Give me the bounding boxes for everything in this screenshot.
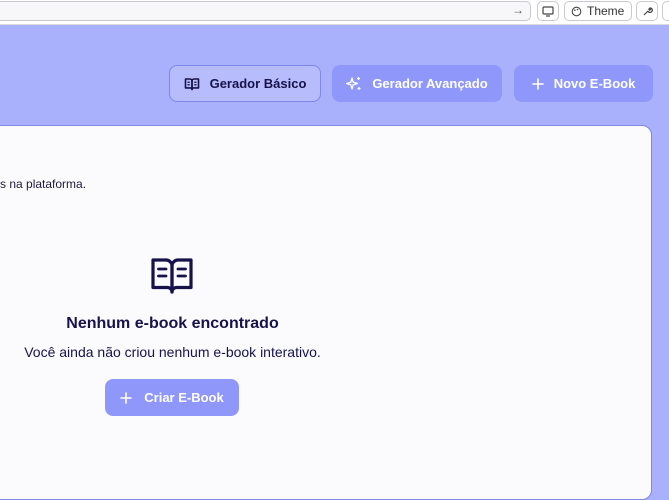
basic-generator-label: Gerador Básico xyxy=(209,76,307,91)
basic-generator-button[interactable]: Gerador Básico xyxy=(169,65,321,102)
browser-toolbar: → Theme xyxy=(0,0,669,25)
monitor-icon xyxy=(542,5,554,17)
new-ebook-button[interactable]: Novo E-Book xyxy=(514,65,653,102)
palette-icon xyxy=(571,6,582,16)
theme-label: Theme xyxy=(587,4,625,18)
address-bar[interactable]: → xyxy=(0,1,531,21)
sparkles-icon xyxy=(346,76,361,90)
display-button[interactable] xyxy=(537,1,559,21)
advanced-generator-button[interactable]: Gerador Avançado xyxy=(332,65,502,102)
more-button[interactable] xyxy=(662,1,669,21)
book-open-icon xyxy=(151,258,193,294)
plus-icon xyxy=(120,391,133,404)
empty-state-description: Você ainda não criou nenhum e-book inter… xyxy=(24,344,321,360)
arrow-right-icon[interactable]: → xyxy=(512,3,524,17)
create-ebook-label: Criar E-Book xyxy=(144,390,224,405)
empty-state-title: Nenhum e-book encontrado xyxy=(66,315,279,332)
book-open-icon xyxy=(184,77,199,90)
new-ebook-label: Novo E-Book xyxy=(553,76,636,91)
advanced-generator-label: Gerador Avançado xyxy=(372,76,488,91)
theme-button[interactable]: Theme xyxy=(564,1,632,21)
ebooks-card xyxy=(0,125,652,500)
tools-button[interactable] xyxy=(636,1,658,21)
wrench-icon xyxy=(643,6,653,15)
plus-icon xyxy=(531,77,544,90)
create-ebook-button[interactable]: Criar E-Book xyxy=(105,379,239,416)
card-subtitle: s na plataforma. xyxy=(0,177,87,191)
